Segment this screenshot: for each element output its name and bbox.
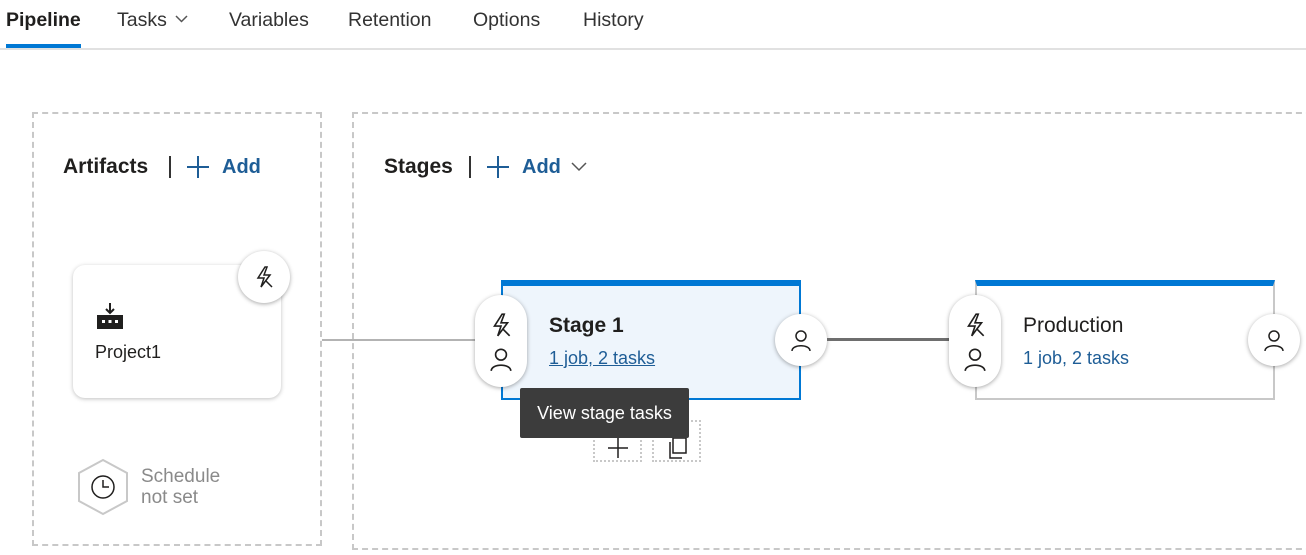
person-icon xyxy=(490,348,512,372)
add-stage-label: Add xyxy=(522,155,561,178)
tab-retention-label: Retention xyxy=(348,9,432,31)
tab-options-label: Options xyxy=(473,9,541,31)
lightning-icon xyxy=(493,313,511,337)
continuous-deployment-trigger-button[interactable] xyxy=(238,251,290,303)
clone-icon xyxy=(668,437,687,459)
active-tab-indicator xyxy=(6,44,81,48)
tab-pipeline-label: Pipeline xyxy=(6,9,81,31)
person-icon xyxy=(791,330,811,352)
plus-icon xyxy=(487,156,509,178)
tab-retention[interactable]: Retention xyxy=(348,9,431,32)
person-icon xyxy=(1264,330,1284,352)
stage-tasks-link[interactable]: 1 job, 2 tasks xyxy=(1023,348,1129,369)
title-divider xyxy=(469,156,471,178)
stage-name: Stage 1 xyxy=(549,314,624,337)
tab-tasks-label: Tasks xyxy=(117,9,167,31)
build-artifact-icon xyxy=(97,303,123,329)
stages-title: Stages xyxy=(384,155,453,178)
add-artifact-label: Add xyxy=(222,155,261,178)
plus-icon xyxy=(187,156,209,178)
tab-bar: Pipeline Tasks Variables Retention Optio… xyxy=(0,0,1306,50)
view-stage-tasks-tooltip: View stage tasks xyxy=(520,388,689,438)
artifact-name: Project1 xyxy=(95,342,162,362)
tab-variables[interactable]: Variables xyxy=(229,9,309,32)
artifacts-title: Artifacts xyxy=(63,155,149,178)
tab-history-label: History xyxy=(583,9,644,31)
schedule-line2: not set xyxy=(141,487,199,508)
pre-deployment-conditions-button[interactable] xyxy=(475,295,527,387)
stage-name: Production xyxy=(1023,314,1124,337)
chevron-down-icon xyxy=(175,15,188,23)
pre-deployment-conditions-button[interactable] xyxy=(949,295,1001,387)
stage-tasks-link[interactable]: 1 job, 2 tasks xyxy=(549,348,655,369)
lightning-icon xyxy=(256,266,273,288)
stage-connector xyxy=(827,338,950,341)
plus-icon xyxy=(607,438,628,458)
tab-variables-label: Variables xyxy=(229,9,309,31)
post-deployment-conditions-button[interactable] xyxy=(1248,314,1300,366)
stage-card-production[interactable] xyxy=(975,280,1275,400)
post-deployment-conditions-button[interactable] xyxy=(775,314,827,366)
tab-options[interactable]: Options xyxy=(473,9,540,32)
add-stage-button[interactable]: Add xyxy=(486,155,587,179)
tab-tasks[interactable]: Tasks xyxy=(117,9,188,32)
schedule-line1: Schedule xyxy=(141,466,221,487)
add-artifact-button[interactable]: Add xyxy=(186,155,261,179)
schedule-status[interactable]: Schedule not set xyxy=(141,466,220,508)
person-icon xyxy=(964,348,986,372)
chevron-down-icon xyxy=(571,162,587,172)
tab-history[interactable]: History xyxy=(583,9,644,32)
lightning-icon xyxy=(967,313,985,337)
schedule-icon[interactable] xyxy=(76,458,130,516)
tab-pipeline[interactable]: Pipeline xyxy=(6,9,81,32)
title-divider xyxy=(169,156,171,178)
stage-card-stage-1[interactable] xyxy=(501,280,801,400)
